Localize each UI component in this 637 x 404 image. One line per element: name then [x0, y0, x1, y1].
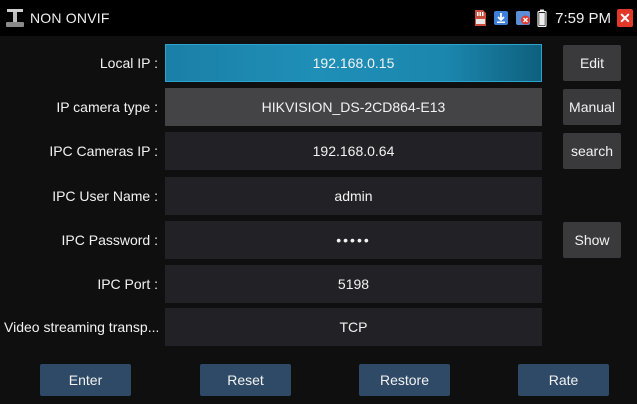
ipc-cameras-ip-row: IPC Cameras IP : 192.168.0.64 search: [0, 132, 637, 170]
manual-button[interactable]: Manual: [563, 89, 621, 125]
local-ip-label: Local IP :: [99, 55, 158, 71]
video-streaming-transport-row: Video streaming transp... TCP: [0, 308, 637, 346]
edit-button[interactable]: Edit: [563, 45, 621, 81]
status-icons: 7:59 PM ✕: [473, 0, 633, 36]
ipc-user-name-row: IPC User Name : admin: [0, 177, 637, 215]
close-icon[interactable]: ✕: [617, 9, 633, 27]
restore-button[interactable]: Restore: [359, 364, 450, 396]
ipc-cameras-ip-field[interactable]: 192.168.0.64: [165, 132, 542, 170]
ipc-password-field[interactable]: •••••: [165, 221, 542, 259]
ip-camera-type-field[interactable]: HIKVISION_DS-2CD864-E13: [165, 88, 542, 126]
rate-button[interactable]: Rate: [518, 364, 609, 396]
video-streaming-transport-label: Video streaming transp...: [4, 319, 158, 335]
ipc-port-label: IPC Port :: [97, 276, 158, 292]
ipc-user-name-field[interactable]: admin: [165, 177, 542, 215]
ipc-port-row: IPC Port : 5198: [0, 265, 637, 303]
ipc-port-field[interactable]: 5198: [165, 265, 542, 303]
clock: 7:59 PM: [555, 9, 611, 27]
search-button[interactable]: search: [563, 133, 621, 169]
local-ip-row: Local IP : 192.168.0.15 Edit: [0, 44, 637, 82]
video-streaming-transport-field[interactable]: TCP: [165, 308, 542, 346]
ipc-cameras-ip-label: IPC Cameras IP :: [49, 143, 158, 159]
ipc-password-label: IPC Password :: [61, 232, 158, 248]
ip-camera-type-label: IP camera type :: [56, 99, 158, 115]
battery-icon: [537, 9, 547, 27]
download-icon: [494, 11, 509, 25]
sd-card-icon: [475, 10, 487, 26]
ip-camera-type-row: IP camera type : HIKVISION_DS-2CD864-E13…: [0, 88, 637, 126]
local-ip-field[interactable]: 192.168.0.15: [165, 44, 542, 82]
reset-button[interactable]: Reset: [200, 364, 291, 396]
app-title: NON ONVIF: [30, 10, 110, 26]
enter-button[interactable]: Enter: [40, 364, 131, 396]
status-bar: NON ONVIF 7:59 PM ✕: [0, 0, 637, 36]
ipc-user-name-label: IPC User Name :: [52, 188, 158, 204]
ipc-password-row: IPC Password : ••••• Show: [0, 221, 637, 259]
show-password-button[interactable]: Show: [563, 222, 621, 258]
network-error-icon: [516, 11, 531, 25]
tools-icon: [6, 9, 24, 27]
